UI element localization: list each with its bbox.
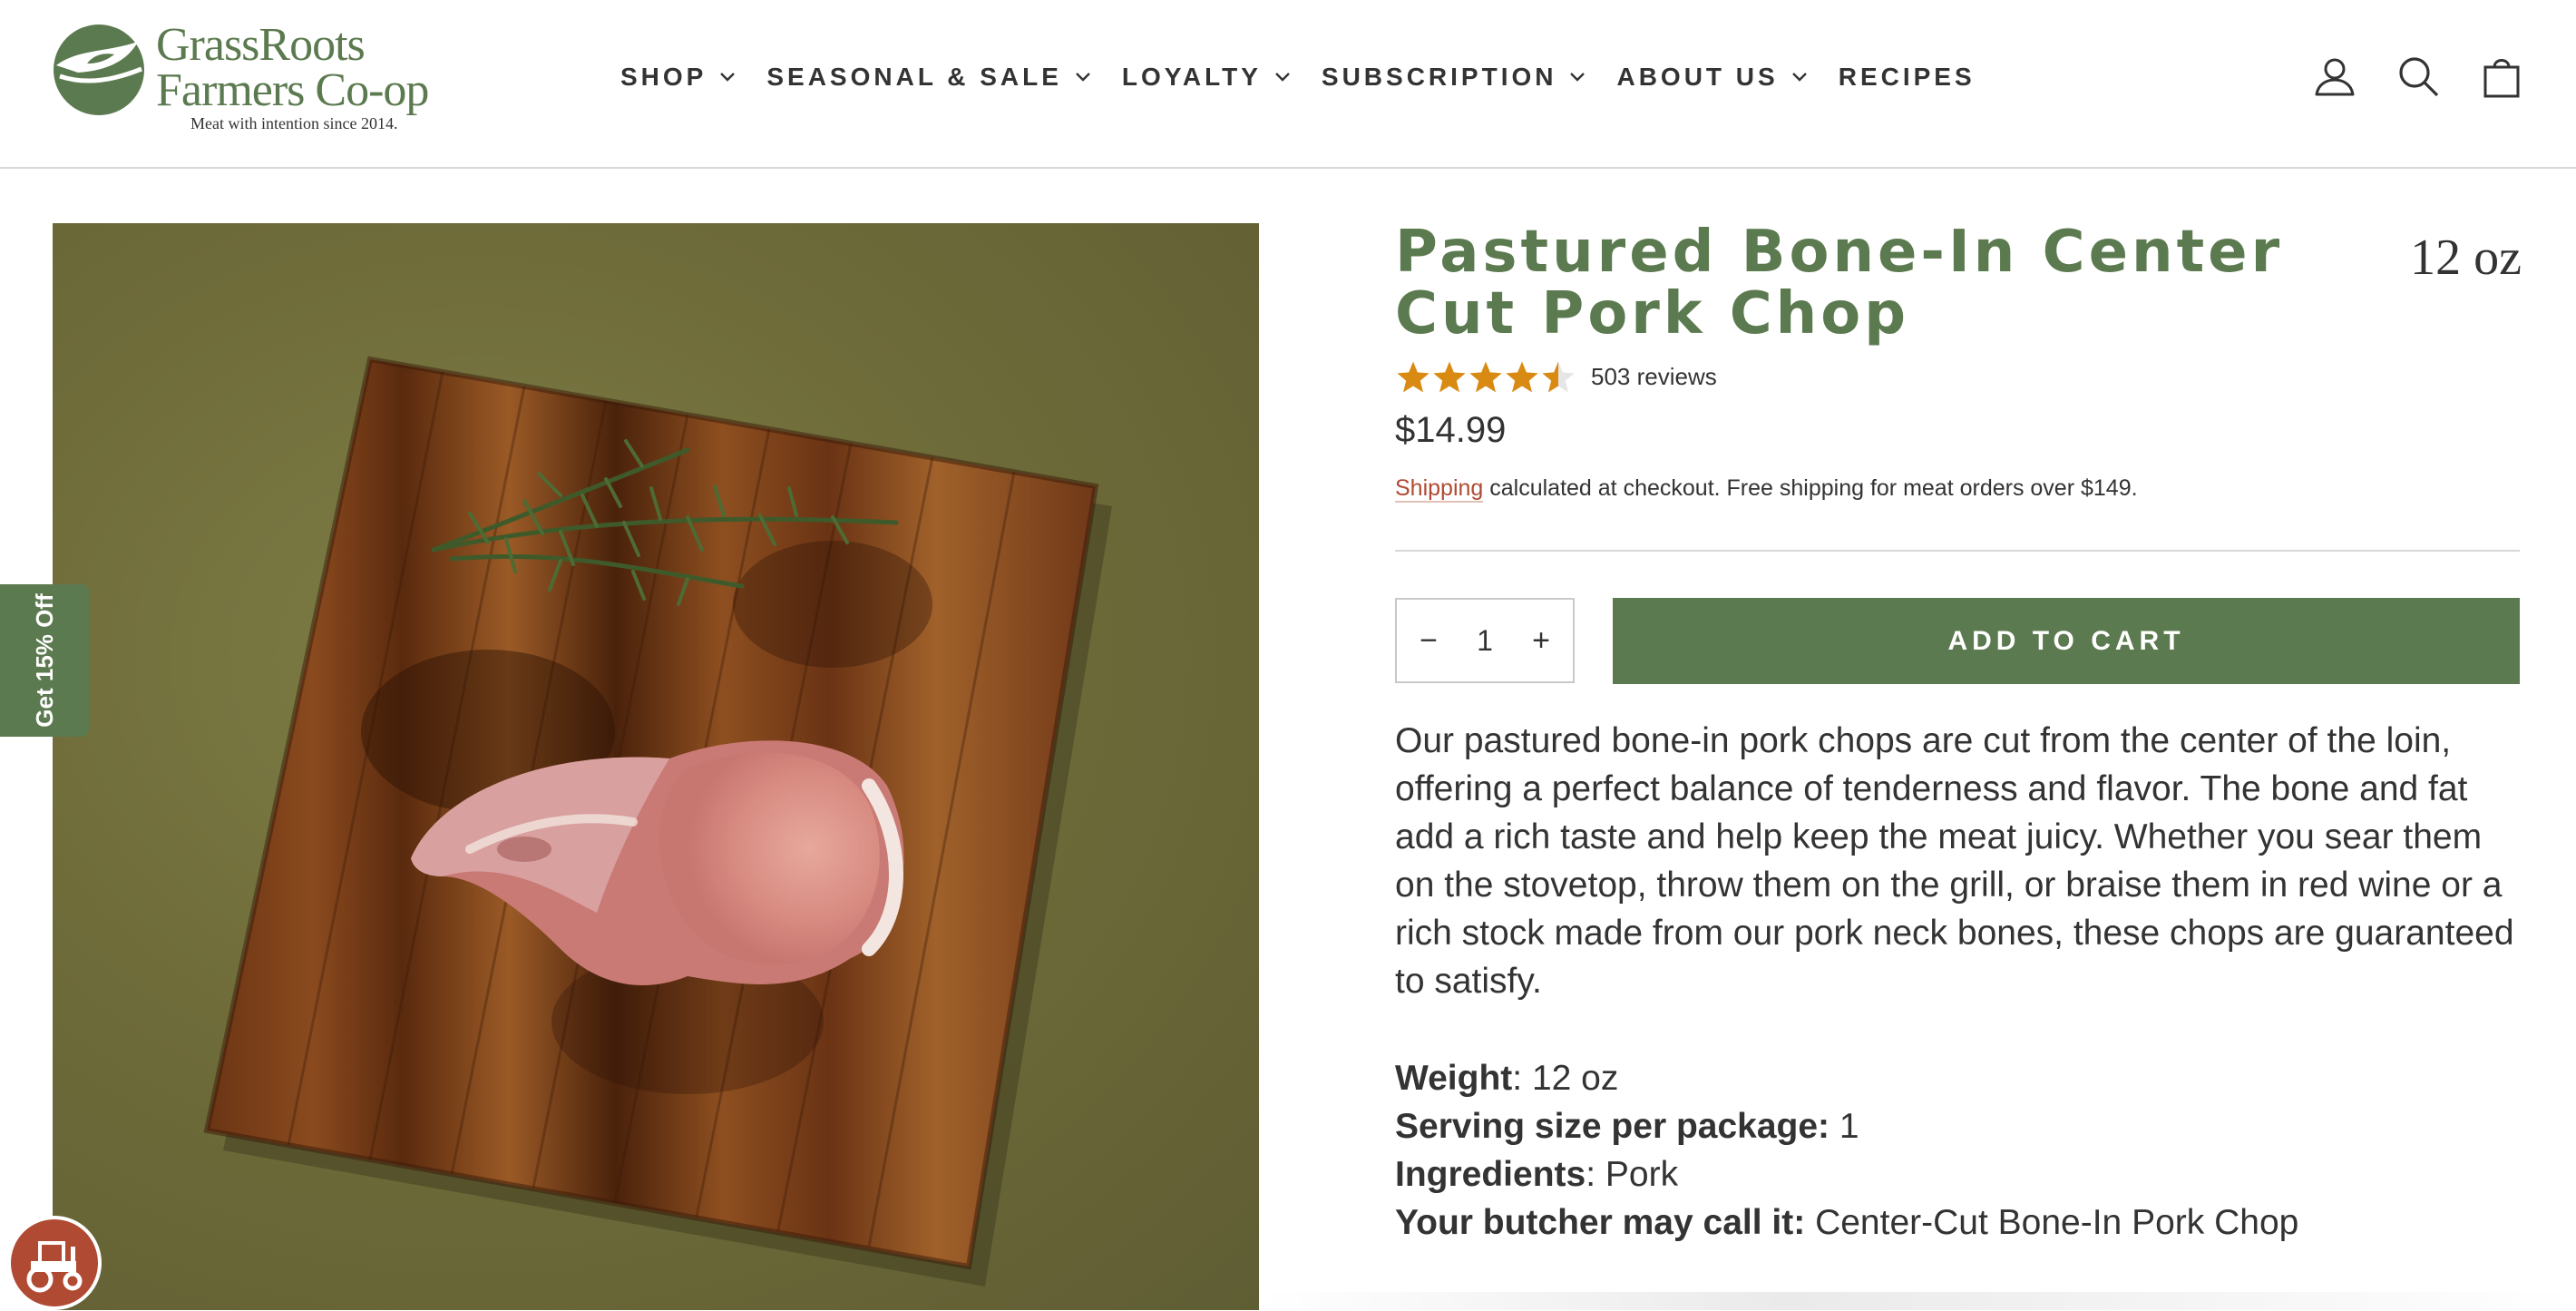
discount-tab-label: Get 15% Off xyxy=(31,593,58,728)
shipping-note: Shipping calculated at checkout. Free sh… xyxy=(1395,475,2138,503)
nav-label: LOYALTY xyxy=(1121,63,1262,91)
reviews-count-link[interactable]: 503 reviews xyxy=(1591,363,1717,391)
spec-separator: : xyxy=(1512,1059,1532,1098)
nav-item-about-us[interactable]: ABOUT US xyxy=(1616,63,1807,92)
logo-name-line2: Farmers Co-op xyxy=(156,64,429,116)
search-icon[interactable] xyxy=(2396,54,2440,98)
spec-separator xyxy=(1805,1203,1815,1242)
discount-tab[interactable]: Get 15% Off xyxy=(0,584,89,737)
product-weight-header: 12 oz xyxy=(2410,230,2522,286)
quantity-stepper: − 1 + xyxy=(1395,598,1575,683)
rating-stars[interactable] xyxy=(1395,359,1576,396)
spec-key: Ingredients xyxy=(1395,1155,1586,1194)
product-price: $14.99 xyxy=(1395,410,1507,450)
product-specs: Weight: 12 oz Serving size per package: … xyxy=(1395,1054,2529,1247)
shipping-link[interactable]: Shipping xyxy=(1395,475,1484,503)
star-full-icon xyxy=(1506,361,1538,393)
nav-item-seasonal-sale[interactable]: SEASONAL & SALE xyxy=(766,63,1091,92)
spec-value: 1 xyxy=(1839,1107,1859,1146)
spec-value: 12 oz xyxy=(1531,1059,1619,1098)
product-photo-illustration xyxy=(203,356,1112,1287)
spec-separator xyxy=(1830,1107,1839,1146)
quantity-decrease-button[interactable]: − xyxy=(1397,600,1460,681)
site-header: GrassRoots Farmers Co-op Meat with inten… xyxy=(0,0,2576,169)
quantity-value[interactable]: 1 xyxy=(1460,624,1509,658)
spec-key: Serving size per package: xyxy=(1395,1107,1830,1146)
quantity-increase-button[interactable]: + xyxy=(1509,600,1573,681)
chevron-down-icon xyxy=(720,73,736,82)
nav-item-recipes[interactable]: RECIPES xyxy=(1839,63,1976,92)
spec-value: Pork xyxy=(1605,1155,1679,1194)
star-half-icon xyxy=(1542,361,1575,393)
main-nav: SHOP SEASONAL & SALE LOYALTY SUBSCRIPTIO… xyxy=(620,56,2006,98)
product-title: Pastured Bone-In Center Cut Pork Chop xyxy=(1395,219,2284,347)
star-full-icon xyxy=(1469,361,1502,393)
logo-tagline: Meat with intention since 2014. xyxy=(190,114,398,132)
nav-item-subscription[interactable]: SUBSCRIPTION xyxy=(1322,63,1586,92)
spec-value: Center-Cut Bone-In Pork Chop xyxy=(1815,1203,2299,1242)
nav-label: SUBSCRIPTION xyxy=(1321,63,1557,91)
star-full-icon xyxy=(1433,361,1466,393)
product-description: Our pastured bone-in pork chops are cut … xyxy=(1395,721,2514,1001)
chevron-down-icon xyxy=(1076,73,1090,82)
spec-row-serving-size: Serving size per package: 1 xyxy=(1395,1102,2529,1150)
spec-row-weight: Weight: 12 oz xyxy=(1395,1054,2529,1102)
add-to-cart-button[interactable]: ADD TO CART xyxy=(1613,598,2520,684)
nav-item-loyalty[interactable]: LOYALTY xyxy=(1122,63,1291,92)
nav-label: SHOP xyxy=(620,63,707,91)
spec-key: Your butcher may call it: xyxy=(1395,1203,1806,1242)
spec-row-butcher-name: Your butcher may call it: Center-Cut Bon… xyxy=(1395,1198,2529,1247)
loyalty-badge[interactable] xyxy=(7,1216,102,1310)
chevron-down-icon xyxy=(1570,73,1586,82)
chevron-down-icon xyxy=(1791,73,1807,82)
nav-label: RECIPES xyxy=(1838,63,1976,91)
nav-label: SEASONAL & SALE xyxy=(766,63,1062,91)
spec-row-ingredients: Ingredients: Pork xyxy=(1395,1150,2529,1198)
spec-key: Weight xyxy=(1395,1059,1513,1098)
star-full-icon xyxy=(1397,361,1429,393)
logo-mark-icon xyxy=(54,24,144,115)
nav-label: ABOUT US xyxy=(1616,63,1779,91)
bottom-shadow xyxy=(1261,1292,2576,1310)
tractor-icon xyxy=(26,1241,83,1293)
logo-name-line1: GrassRoots xyxy=(156,19,366,71)
divider xyxy=(1395,550,2520,552)
nav-item-shop[interactable]: SHOP xyxy=(620,63,736,92)
cart-icon[interactable] xyxy=(2480,54,2523,98)
spec-separator: : xyxy=(1586,1155,1605,1194)
product-image[interactable] xyxy=(53,223,1259,1310)
account-icon[interactable] xyxy=(2313,54,2356,98)
chevron-down-icon xyxy=(1275,73,1290,82)
brand-logo[interactable]: GrassRoots Farmers Co-op Meat with inten… xyxy=(51,18,450,136)
shipping-note-text: calculated at checkout. Free shipping fo… xyxy=(1483,475,2138,501)
